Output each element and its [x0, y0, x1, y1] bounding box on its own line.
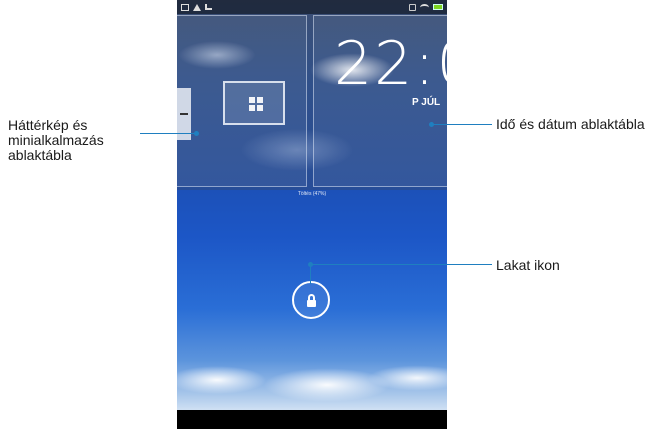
time-date-label: Idő és dátum ablaktábla — [496, 116, 645, 132]
time-date-panel[interactable]: 22:0 P JÚL — [313, 15, 447, 187]
phone-screen: 22:0 P JÚL Töltés (47%) — [177, 0, 447, 429]
clock-date: P JÚL — [412, 97, 441, 108]
wallpaper-widget-panel[interactable] — [177, 15, 307, 187]
wifi-icon — [420, 3, 429, 11]
navigation-bar — [177, 410, 447, 429]
mute-icon — [409, 3, 416, 11]
callout-line-lock-vertical — [310, 264, 311, 284]
wallpaper-widget-label: Háttérkép és minialkalmazás ablaktábla — [8, 117, 104, 163]
clock-time: 22:0 — [334, 29, 447, 99]
battery-icon — [433, 4, 443, 10]
callout-line-lock — [311, 264, 492, 265]
mail-icon — [181, 3, 189, 11]
add-widget-button[interactable] — [223, 81, 285, 125]
lock-label: Lakat ikon — [496, 257, 560, 273]
status-bar — [177, 0, 447, 14]
charging-status: Töltés (47%) — [297, 191, 327, 197]
lock-button[interactable] — [292, 281, 330, 319]
callout-line-wallpaper — [140, 133, 197, 134]
wallpaper-bottom-clouds — [177, 350, 447, 410]
callout-dot-wallpaper — [194, 131, 199, 136]
callout-line-time-date — [432, 124, 492, 125]
widgets-grid-icon — [249, 97, 263, 111]
usb-icon — [205, 4, 212, 10]
warning-icon — [193, 3, 201, 11]
